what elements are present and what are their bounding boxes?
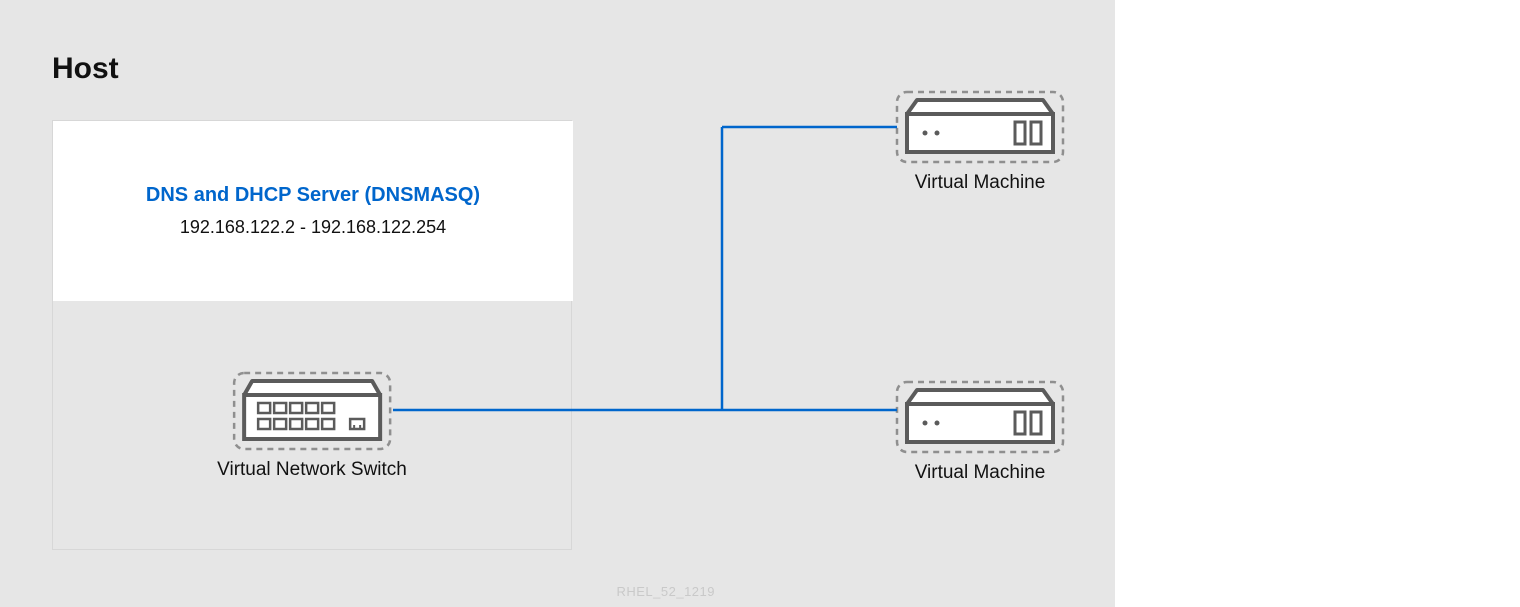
- diagram-canvas: Host DNS and DHCP Server (DNSMASQ) 192.1…: [0, 0, 1115, 607]
- connector-lines: [0, 0, 1115, 607]
